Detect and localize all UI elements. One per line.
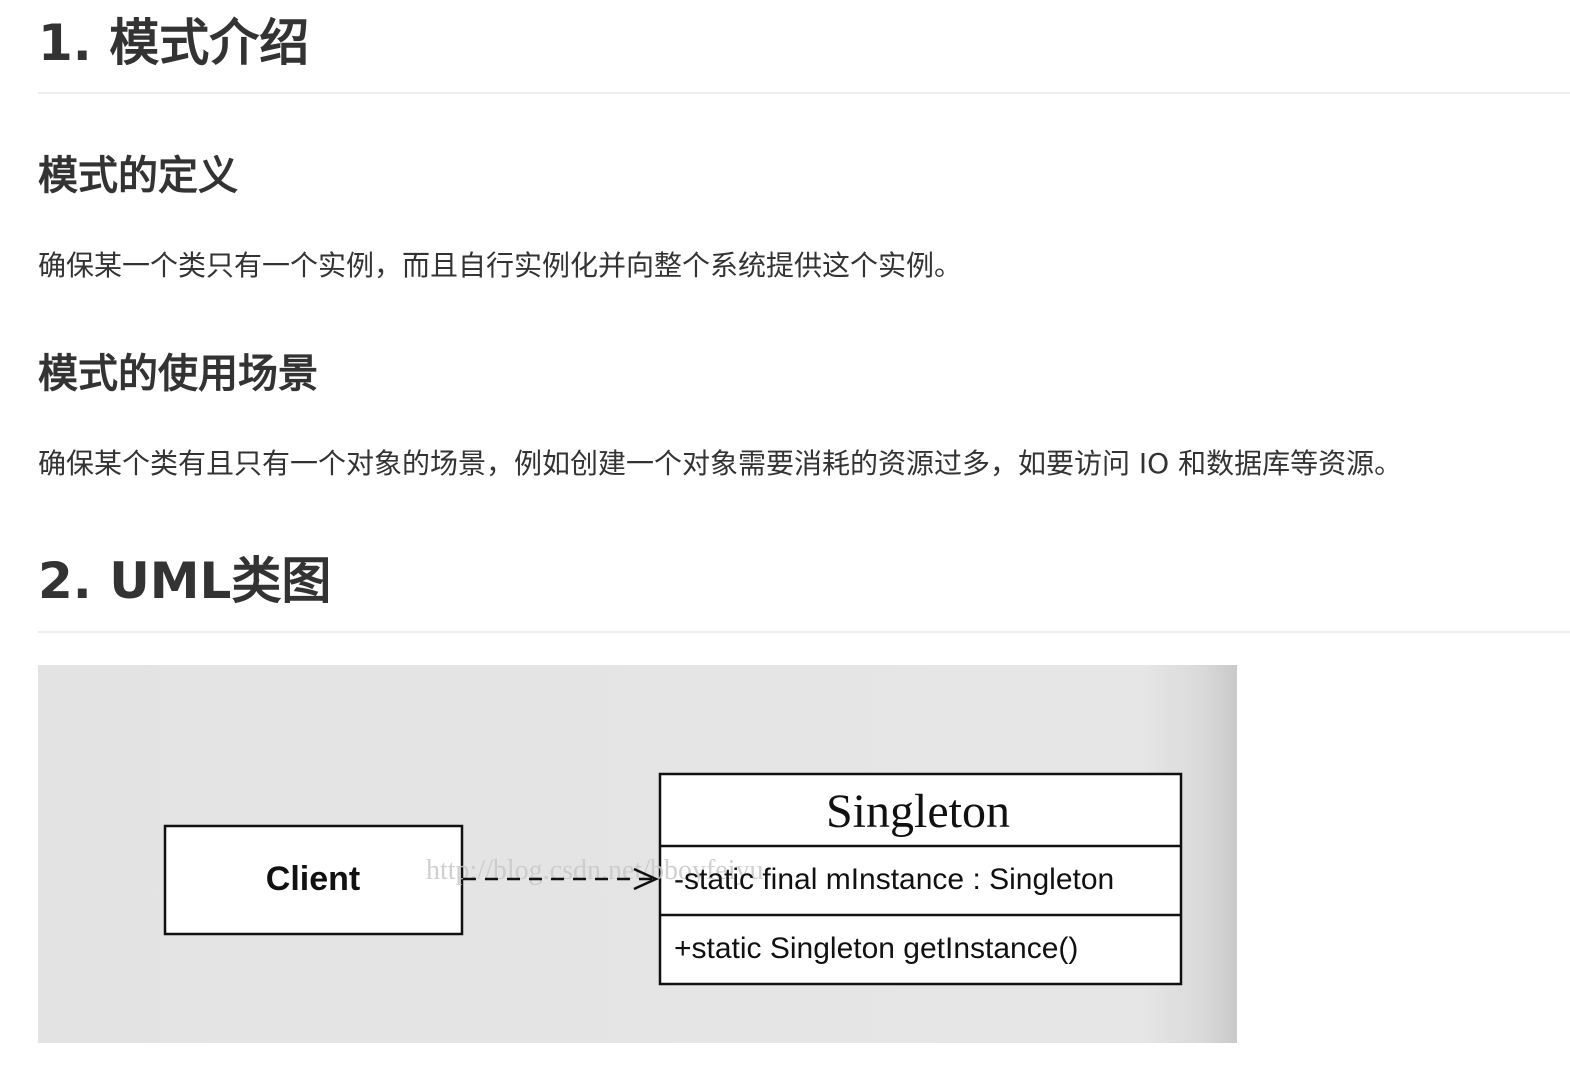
client-class-name: Client (266, 860, 360, 898)
subsection-heading-definition: 模式的定义 (38, 153, 238, 199)
section-heading-uml: 2. UML类图 (38, 552, 332, 610)
usage-paragraph: 确保某个类有且只有一个对象的场景，例如创建一个对象需要消耗的资源过多，如要访问 … (38, 447, 1403, 480)
subsection-heading-usage: 模式的使用场景 (38, 351, 318, 397)
uml-class-diagram: Client Singleton http://blog.csdn.net/bb… (38, 665, 1237, 1043)
heading-divider (38, 92, 1570, 94)
section-heading-intro: 1. 模式介绍 (38, 14, 310, 72)
heading-divider (38, 631, 1570, 633)
uml-diagram-canvas: Client Singleton http://blog.csdn.net/bb… (163, 772, 1183, 986)
definition-paragraph: 确保某一个类只有一个实例，而且自行实例化并向整个系统提供这个实例。 (38, 249, 963, 282)
singleton-class-name: Singleton (826, 785, 1010, 838)
singleton-method: +static Singleton getInstance() (674, 932, 1078, 965)
singleton-field: -static final mInstance : Singleton (674, 863, 1114, 896)
